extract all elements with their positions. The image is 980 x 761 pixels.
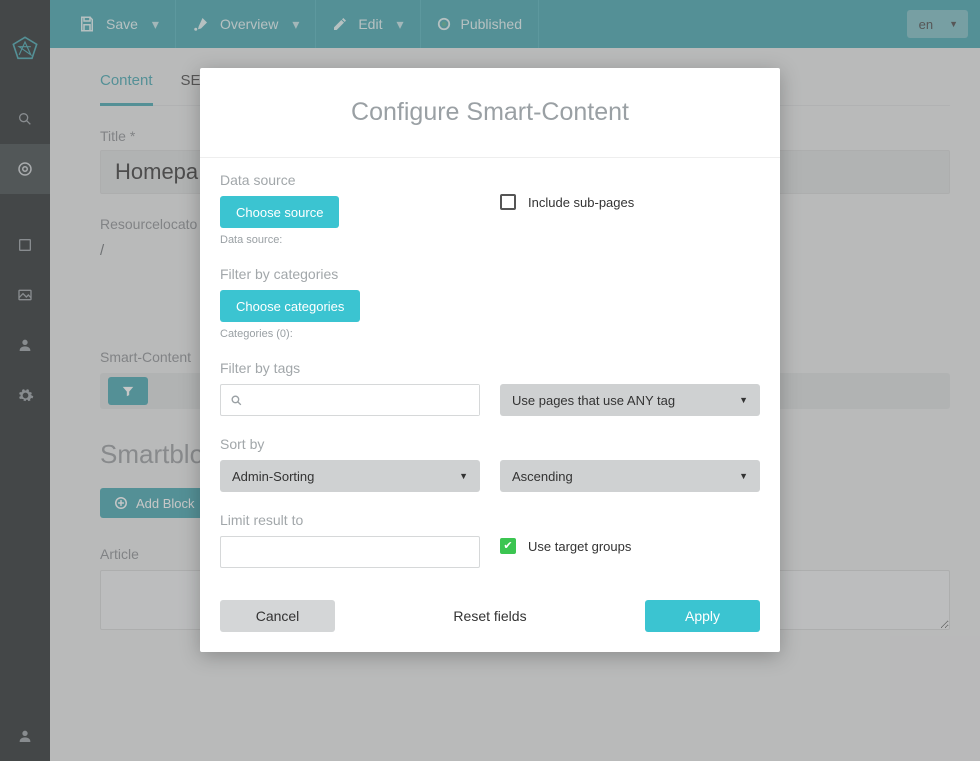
configure-smart-content-dialog: Configure Smart-Content Data source Choo…	[200, 68, 780, 652]
cancel-button[interactable]: Cancel	[220, 600, 335, 632]
categories-label: Filter by categories	[220, 266, 480, 282]
datasource-label: Data source	[220, 172, 480, 188]
tags-label: Filter by tags	[220, 360, 480, 376]
reset-fields-button[interactable]: Reset fields	[355, 600, 625, 632]
categories-hint: Categories (0):	[220, 328, 480, 340]
checkbox-empty-icon	[500, 194, 516, 210]
include-sub-pages-label: Include sub-pages	[528, 195, 634, 210]
search-icon	[221, 394, 251, 407]
triangle-down-icon: ▼	[739, 471, 748, 481]
choose-categories-button[interactable]: Choose categories	[220, 290, 360, 322]
sort-column-value: Admin-Sorting	[232, 469, 314, 484]
choose-source-button[interactable]: Choose source	[220, 196, 339, 228]
limit-input[interactable]	[220, 536, 480, 568]
sort-label: Sort by	[220, 436, 480, 452]
include-sub-pages-checkbox[interactable]: Include sub-pages	[500, 194, 760, 210]
sort-direction-value: Ascending	[512, 469, 573, 484]
tags-search[interactable]	[220, 384, 480, 416]
tag-combinator-value: Use pages that use ANY tag	[512, 393, 675, 408]
use-target-groups-label: Use target groups	[528, 539, 631, 554]
triangle-down-icon: ▼	[459, 471, 468, 481]
limit-label: Limit result to	[220, 512, 480, 528]
sort-column-select[interactable]: Admin-Sorting ▼	[220, 460, 480, 492]
apply-button[interactable]: Apply	[645, 600, 760, 632]
triangle-down-icon: ▼	[739, 395, 748, 405]
checkbox-checked-icon: ✔	[500, 538, 516, 554]
tag-combinator-select[interactable]: Use pages that use ANY tag ▼	[500, 384, 760, 416]
modal-overlay[interactable]: Configure Smart-Content Data source Choo…	[0, 0, 980, 761]
sort-direction-select[interactable]: Ascending ▼	[500, 460, 760, 492]
dialog-footer: Cancel Reset fields Apply	[200, 600, 780, 652]
dialog-title: Configure Smart-Content	[200, 68, 780, 158]
datasource-hint: Data source:	[220, 234, 480, 246]
use-target-groups-checkbox[interactable]: ✔ Use target groups	[500, 538, 760, 554]
tags-search-input[interactable]	[251, 385, 479, 415]
